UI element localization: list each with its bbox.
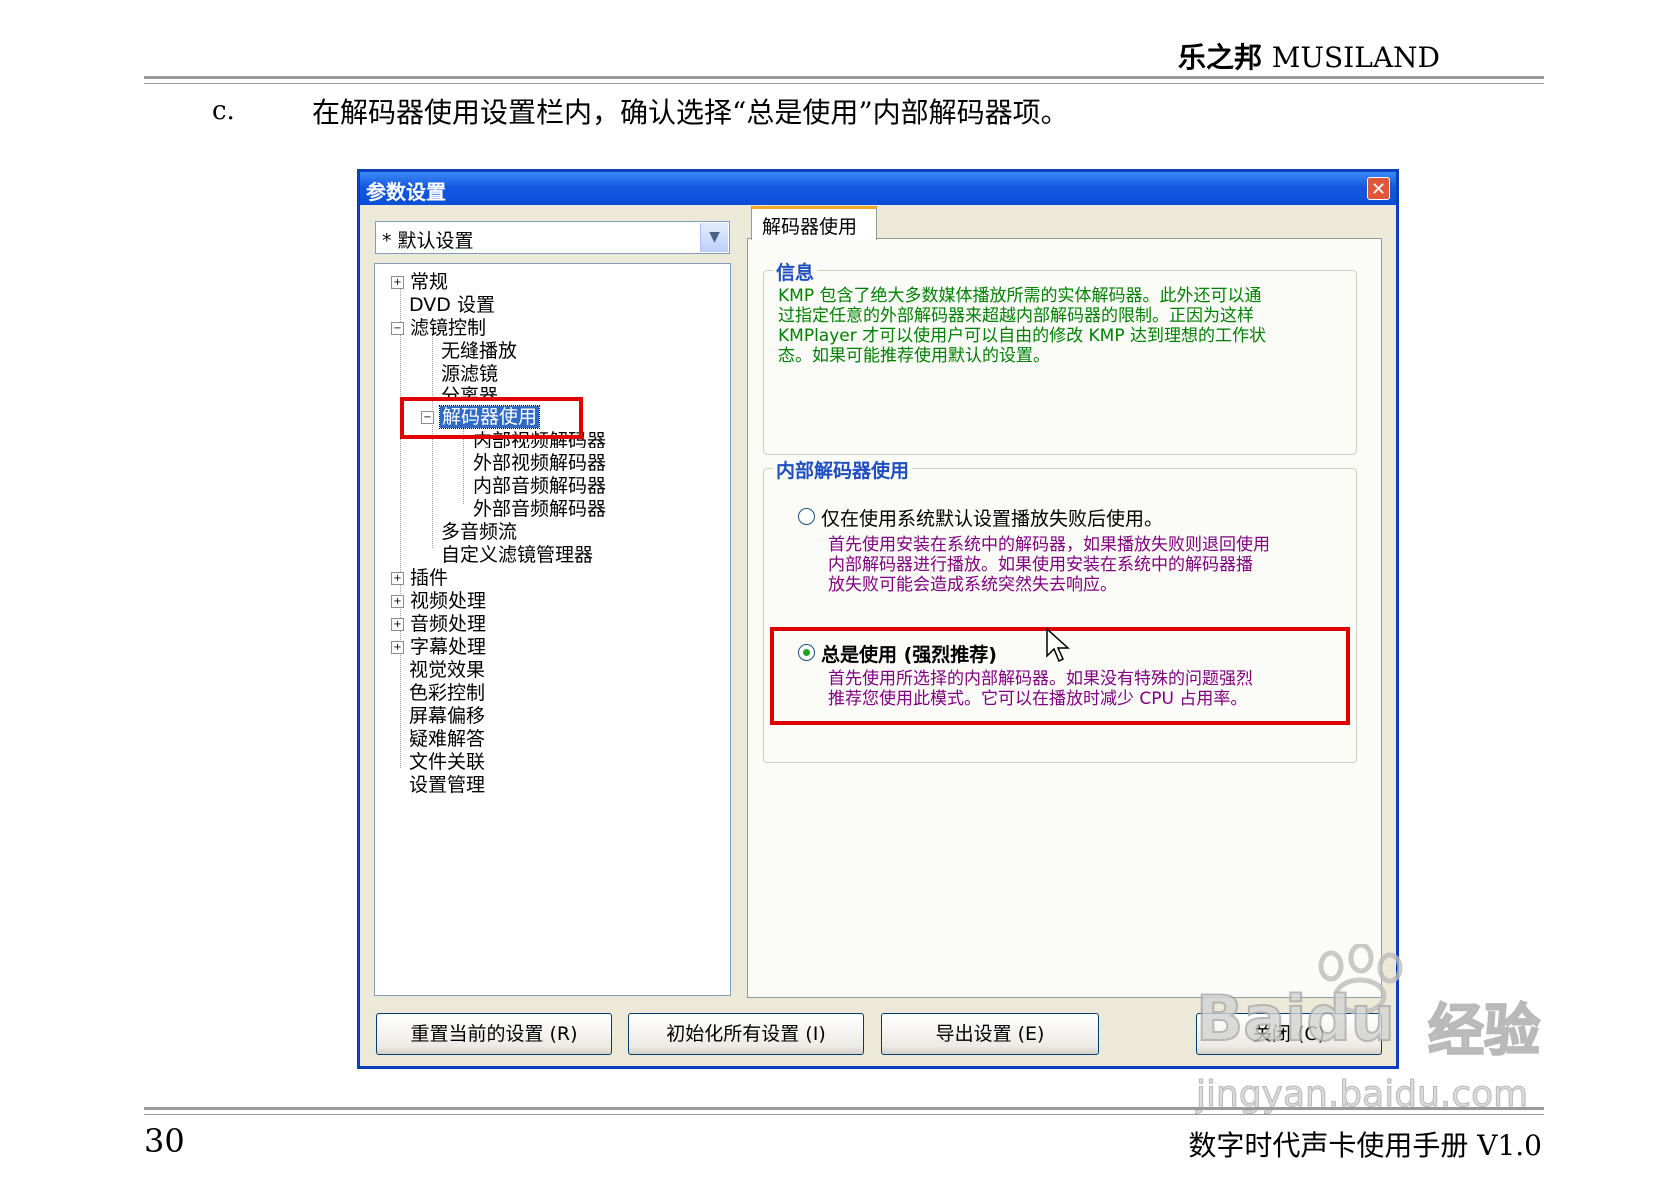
tree-item-settings-management[interactable]: 设置管理 (409, 774, 485, 797)
highlight-box-tree (400, 397, 583, 439)
collapse-icon[interactable]: − (391, 322, 404, 335)
manual-title: 数字时代声卡使用手册 V1.0 (1188, 1129, 1542, 1162)
tree-item-subtitle-processing[interactable]: + 字幕处理 (391, 636, 486, 659)
header-rule-thin (144, 83, 1544, 84)
watermark-brand: Baidu (1195, 981, 1396, 1056)
tree-item-dvd[interactable]: DVD 设置 (409, 294, 495, 317)
export-button[interactable]: 导出设置 (E) (881, 1013, 1099, 1055)
option-fallback-desc-3: 放失败可能会造成系统突然失去响应。 (828, 575, 1117, 595)
brand-header: 乐之邦 MUSILAND (1178, 36, 1440, 76)
tree-item-multi-audio[interactable]: 多音频流 (441, 521, 517, 544)
expand-icon[interactable]: + (391, 595, 404, 608)
reset-button[interactable]: 重置当前的设置 (R) (376, 1013, 612, 1055)
expand-icon[interactable]: + (391, 276, 404, 289)
info-line-3: KMPlayer 才可以使用户可以自由的修改 KMP 达到理想的工作状 (778, 326, 1266, 346)
info-line-1: KMP 包含了绝大多数媒体播放所需的实体解码器。此外还可以通 (778, 286, 1262, 306)
tree-item-plugins[interactable]: + 插件 (391, 567, 448, 590)
expand-icon[interactable]: + (391, 618, 404, 631)
watermark-cn: 经验 (1427, 998, 1541, 1065)
option-fallback-desc-2: 内部解码器进行播放。如果使用安装在系统中的解码器播 (828, 555, 1253, 575)
settings-tree[interactable]: + 常规 DVD 设置 − 滤镜控制 无缝播放 源滤镜 分离器 − 解码器使用 内部视… (374, 263, 731, 996)
footer-rule-thin (144, 1114, 1544, 1115)
tab-decoder-usage[interactable]: 解码器使用 (751, 206, 877, 240)
preset-value: * 默认设置 (382, 230, 474, 252)
tree-item-color-control[interactable]: 色彩控制 (409, 682, 485, 705)
tree-item-internal-audio[interactable]: 内部音频解码器 (473, 475, 606, 498)
tree-item-file-association[interactable]: 文件关联 (409, 751, 485, 774)
tree-item-source-filter[interactable]: 源滤镜 (441, 363, 498, 386)
tree-item-filter-control[interactable]: − 滤镜控制 (391, 317, 486, 340)
tree-item-troubleshooting[interactable]: 疑难解答 (409, 728, 485, 751)
title-bar[interactable]: 参数设置 ✕ (360, 172, 1396, 205)
settings-dialog: 参数设置 ✕ * 默认设置 ▼ + 常规 DVD 设置 − 滤镜控制 无缝播放 源滤… (357, 169, 1399, 1069)
chevron-down-icon[interactable]: ▼ (700, 223, 728, 252)
mouse-cursor-icon (1046, 628, 1070, 663)
tree-item-general[interactable]: + 常规 (391, 271, 448, 294)
option-fallback-label[interactable]: 仅在使用系统默认设置播放失败后使用。 (821, 504, 1163, 531)
dialog-title: 参数设置 (366, 180, 446, 204)
preset-dropdown[interactable]: * 默认设置 ▼ (375, 221, 730, 254)
tree-item-video-processing[interactable]: + 视频处理 (391, 590, 486, 613)
internal-decoder-title: 内部解码器使用 (773, 456, 913, 483)
option-fallback-desc-1: 首先使用安装在系统中的解码器，如果播放失败则退回使用 (828, 535, 1270, 555)
tree-item-visual-effects[interactable]: 视觉效果 (409, 659, 485, 682)
radio-fallback[interactable] (798, 508, 815, 525)
init-all-button[interactable]: 初始化所有设置 (I) (628, 1013, 864, 1055)
tree-item-external-video[interactable]: 外部视频解码器 (473, 452, 606, 475)
step-text: 在解码器使用设置栏内，确认选择“总是使用”内部解码器项。 (312, 96, 1069, 129)
expand-icon[interactable]: + (391, 572, 404, 585)
footer-rule (144, 1107, 1544, 1110)
tree-item-custom-filter[interactable]: 自定义滤镜管理器 (441, 544, 593, 567)
brand-cn: 乐之邦 (1177, 41, 1262, 74)
tree-item-screen-offset[interactable]: 屏幕偏移 (409, 705, 485, 728)
brand-en: MUSILAND (1271, 41, 1440, 74)
step-letter: c. (212, 96, 235, 126)
tree-item-external-audio[interactable]: 外部音频解码器 (473, 498, 606, 521)
info-line-2: 过指定任意的外部解码器来超越内部解码器的限制。正因为这样 (778, 306, 1254, 326)
page-number: 30 (144, 1122, 185, 1160)
tab-label: 解码器使用 (762, 216, 858, 238)
info-group-title: 信息 (773, 258, 818, 285)
header-rule (144, 76, 1544, 79)
tree-item-audio-processing[interactable]: + 音频处理 (391, 613, 486, 636)
tree-item-seamless[interactable]: 无缝播放 (441, 340, 517, 363)
close-icon[interactable]: ✕ (1367, 177, 1390, 200)
info-line-4: 态。如果可能推荐使用默认的设置。 (778, 346, 1050, 366)
expand-icon[interactable]: + (391, 641, 404, 654)
